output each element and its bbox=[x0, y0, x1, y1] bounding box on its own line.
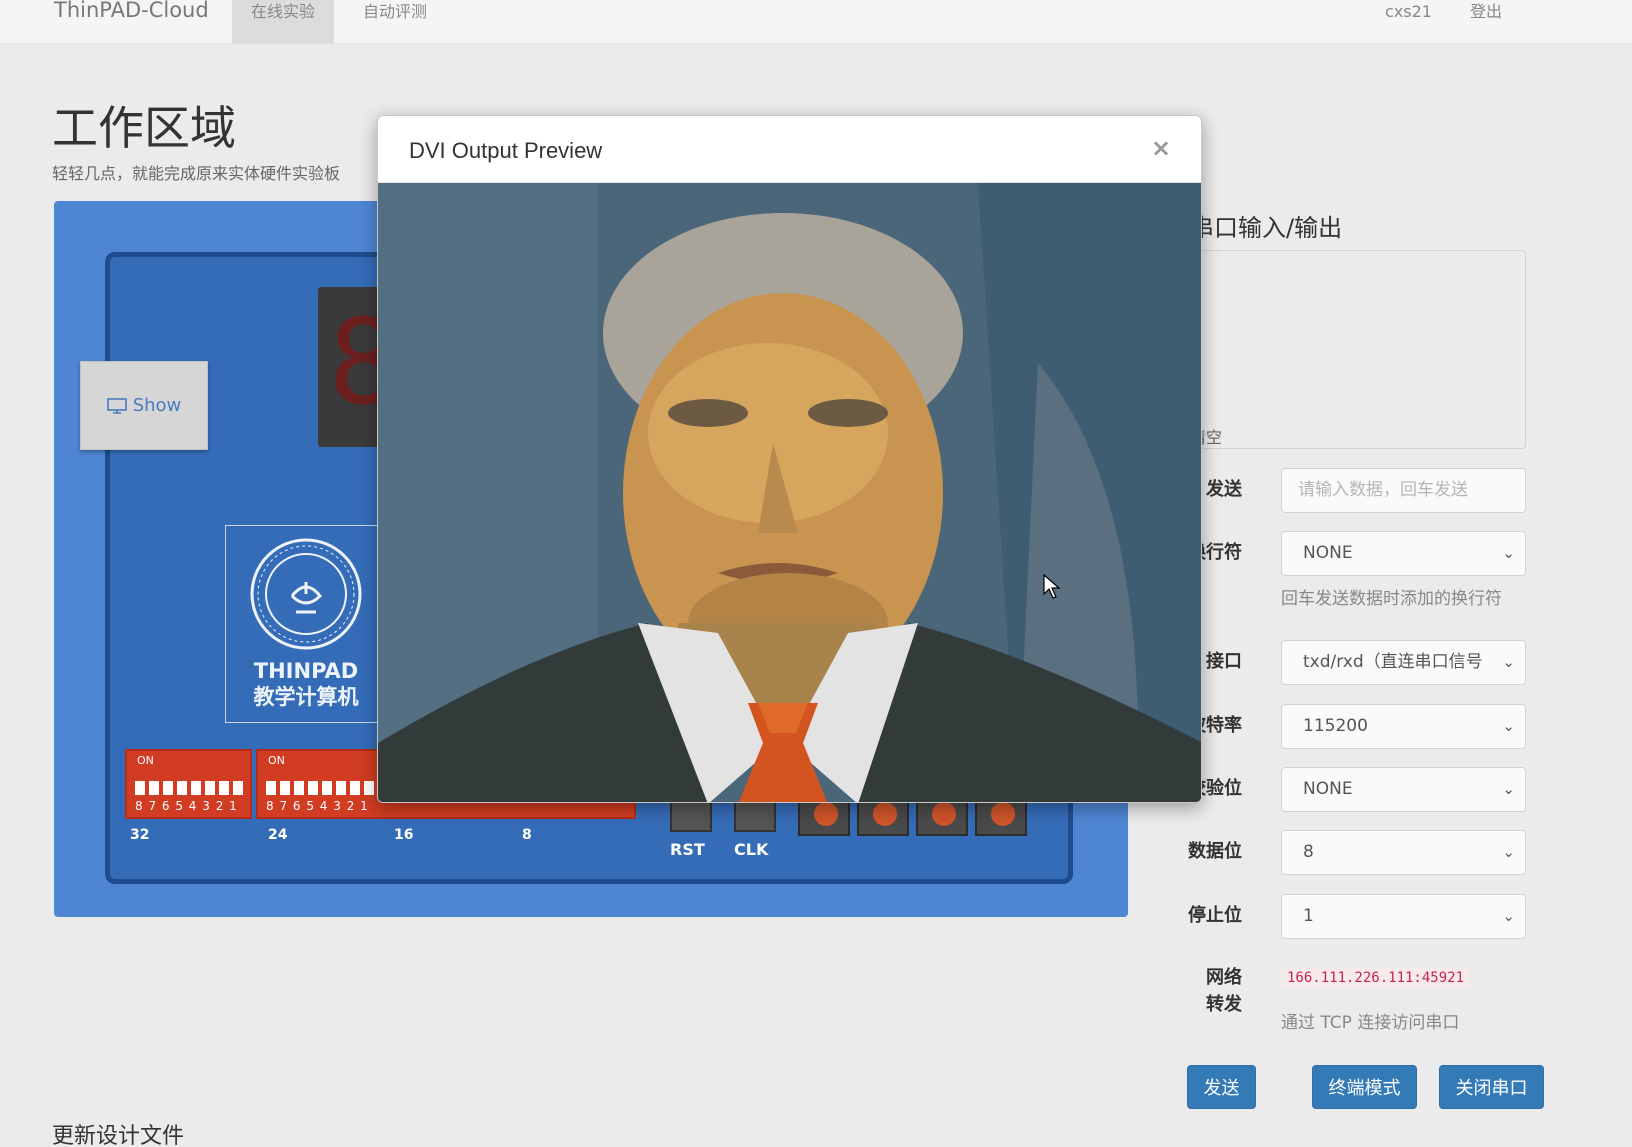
brand-link[interactable]: ThinPAD-Cloud bbox=[54, 0, 209, 22]
close-icon[interactable]: × bbox=[1151, 134, 1171, 162]
navbar: ThinPAD-Cloud 在线实验 自动评测 cxs21 登出 bbox=[0, 0, 1632, 44]
logout-link[interactable]: 登出 bbox=[1470, 0, 1502, 24]
databits-select[interactable]: 8 ⌄ bbox=[1281, 830, 1526, 875]
tab-auto-judge[interactable]: 自动评测 bbox=[344, 0, 446, 44]
newline-value: NONE bbox=[1303, 543, 1353, 563]
baud-select[interactable]: 115200 ⌄ bbox=[1281, 704, 1526, 749]
dip-switch[interactable] bbox=[233, 781, 243, 795]
dip-switches[interactable] bbox=[266, 781, 374, 795]
modal-title: DVI Output Preview bbox=[409, 138, 603, 163]
serial-output-textarea[interactable] bbox=[1190, 250, 1526, 449]
parity-select[interactable]: NONE ⌄ bbox=[1281, 767, 1526, 812]
dip-on-label: ON bbox=[268, 754, 285, 767]
monitor-icon bbox=[106, 397, 127, 414]
page-title: 工作区域 bbox=[52, 101, 236, 155]
chevron-down-icon: ⌄ bbox=[1502, 780, 1515, 798]
stopbits-select[interactable]: 1 ⌄ bbox=[1281, 894, 1526, 939]
dip-switch[interactable] bbox=[177, 781, 187, 795]
show-button-label: Show bbox=[132, 395, 182, 416]
dip-numbers: 8 7 6 5 4 3 2 1 bbox=[135, 799, 238, 813]
dip-numbers: 8 7 6 5 4 3 2 1 bbox=[266, 799, 369, 813]
dip-switch[interactable] bbox=[266, 781, 276, 795]
dip-switch-bank-32[interactable]: ON 8 7 6 5 4 3 2 1 bbox=[125, 749, 252, 819]
serial-title: 串口输入/输出 bbox=[1190, 214, 1343, 242]
mouse-cursor-icon bbox=[1043, 574, 1061, 599]
dip-switch[interactable] bbox=[219, 781, 229, 795]
dip-switch[interactable] bbox=[336, 781, 346, 795]
dip-label-24: 24 bbox=[268, 827, 288, 843]
dip-switch[interactable] bbox=[149, 781, 159, 795]
chevron-down-icon: ⌄ bbox=[1502, 843, 1515, 861]
port-value: txd/rxd（直连串口信号 bbox=[1303, 652, 1483, 672]
dip-switch[interactable] bbox=[308, 781, 318, 795]
chevron-down-icon: ⌄ bbox=[1502, 907, 1515, 925]
port-select[interactable]: txd/rxd（直连串口信号 ⌄ bbox=[1281, 640, 1526, 685]
chevron-down-icon: ⌄ bbox=[1502, 653, 1515, 671]
dip-on-label: ON bbox=[137, 754, 154, 767]
dip-switch[interactable] bbox=[163, 781, 173, 795]
stopbits-label: 停止位 bbox=[1188, 905, 1242, 926]
tab-online-lab[interactable]: 在线实验 bbox=[232, 0, 335, 44]
chevron-down-icon: ⌄ bbox=[1502, 717, 1515, 735]
databits-label: 数据位 bbox=[1188, 841, 1242, 862]
forward-label-2: 转发 bbox=[1206, 994, 1242, 1015]
send-input[interactable]: 请输入数据，回车发送 bbox=[1281, 468, 1526, 513]
forward-help: 通过 TCP 连接访问串口 bbox=[1281, 1013, 1460, 1033]
tsinghua-seal-icon bbox=[250, 538, 362, 650]
page-subtitle: 轻轻几点，就能完成原来实体硬件实验板 bbox=[52, 164, 341, 183]
dip-label-32: 32 bbox=[130, 827, 150, 843]
dvi-preview-modal: DVI Output Preview × bbox=[377, 115, 1202, 803]
parity-value: NONE bbox=[1303, 779, 1353, 799]
dip-label-16: 16 bbox=[394, 827, 414, 843]
dvi-portrait-image bbox=[378, 183, 1201, 802]
terminal-mode-button[interactable]: 终端模式 bbox=[1312, 1065, 1417, 1109]
logo-line1: THINPAD bbox=[253, 659, 359, 683]
dip-switch[interactable] bbox=[135, 781, 145, 795]
dip-switch[interactable] bbox=[364, 781, 374, 795]
thinpad-logo: THINPAD 教学计算机 bbox=[225, 525, 387, 723]
logo-line2: 教学计算机 bbox=[253, 685, 359, 709]
stopbits-value: 1 bbox=[1303, 906, 1314, 926]
send-button[interactable]: 发送 bbox=[1187, 1065, 1256, 1109]
chevron-down-icon: ⌄ bbox=[1502, 544, 1515, 562]
dip-switch[interactable] bbox=[205, 781, 215, 795]
update-design-title: 更新设计文件 bbox=[52, 1124, 185, 1147]
dip-label-8: 8 bbox=[522, 827, 532, 843]
user-name[interactable]: cxs21 bbox=[1385, 0, 1432, 24]
clk-label: CLK bbox=[734, 840, 769, 859]
dip-switches[interactable] bbox=[135, 781, 243, 795]
dip-switch[interactable] bbox=[294, 781, 304, 795]
forward-address: 166.111.226.111:45921 bbox=[1281, 968, 1471, 988]
dip-switch[interactable] bbox=[350, 781, 360, 795]
dip-switch[interactable] bbox=[191, 781, 201, 795]
show-dvi-button[interactable]: Show bbox=[80, 361, 208, 450]
baud-value: 115200 bbox=[1303, 716, 1368, 736]
databits-value: 8 bbox=[1303, 842, 1314, 862]
forward-label-1: 网络 bbox=[1206, 967, 1242, 988]
rst-label: RST bbox=[670, 840, 705, 859]
newline-select[interactable]: NONE ⌄ bbox=[1281, 531, 1526, 576]
newline-help: 回车发送数据时添加的换行符 bbox=[1281, 589, 1502, 609]
close-serial-button[interactable]: 关闭串口 bbox=[1439, 1065, 1544, 1109]
dip-switch[interactable] bbox=[280, 781, 290, 795]
dvi-output-image bbox=[378, 183, 1201, 802]
dip-switch[interactable] bbox=[322, 781, 332, 795]
modal-header: DVI Output Preview × bbox=[378, 116, 1201, 183]
